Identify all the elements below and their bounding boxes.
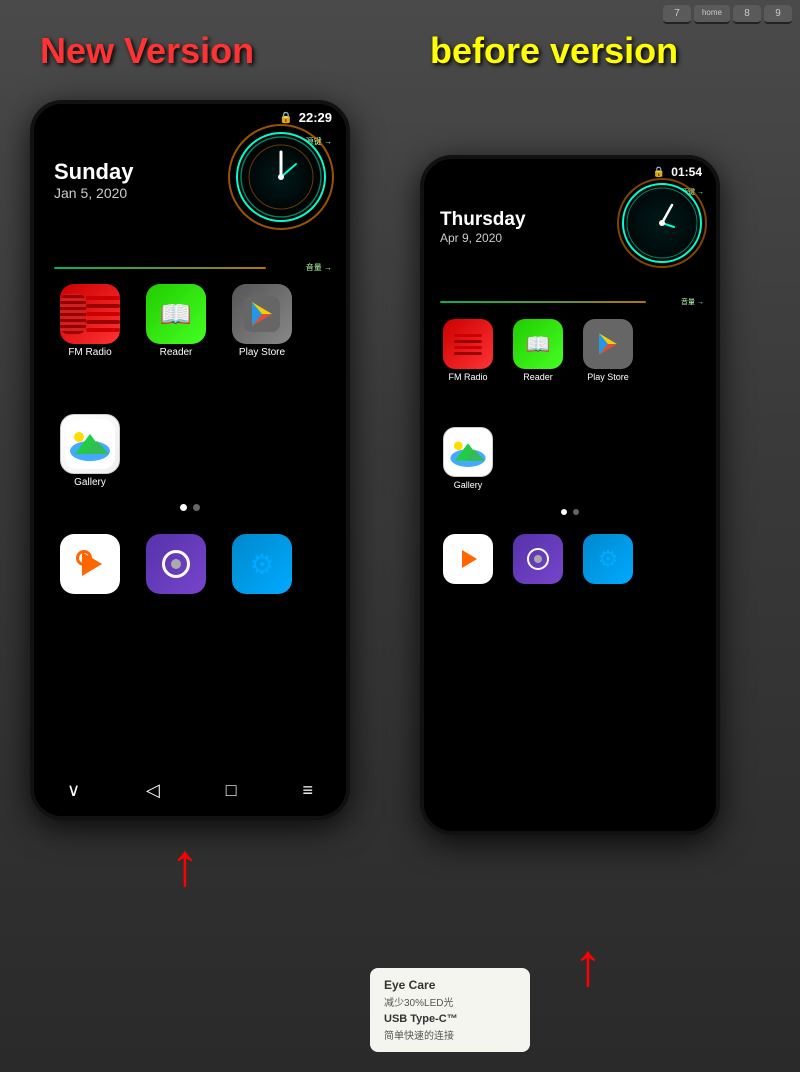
app-grid-row3-before: ⚙ (438, 534, 638, 584)
app-fm-radio-before[interactable]: FM Radio (438, 319, 498, 382)
nav-down-new[interactable]: ∨ (67, 780, 80, 801)
fm-radio-label-new: FM Radio (68, 347, 111, 358)
nav-home-new[interactable]: □ (226, 780, 237, 801)
playstore-icon-before (583, 319, 633, 369)
reader-icon-new (146, 284, 206, 344)
arrow-before: ↑ (573, 930, 603, 999)
battery-icon-before: 🔒 (653, 167, 665, 178)
day-name-before: Thursday (440, 209, 526, 231)
app-grid-row1-new: FM Radio Reader Play Store (54, 284, 298, 358)
gallery-icon-new (60, 414, 120, 474)
settings-icon-before: ⚙ (583, 534, 633, 584)
app-video-new[interactable] (54, 534, 126, 597)
time-before: 01:54 (671, 165, 702, 179)
fm-radio-label-before: FM Radio (448, 372, 487, 382)
app-reader-before[interactable]: 📖 Reader (508, 319, 568, 382)
app-video-before[interactable] (438, 534, 498, 584)
dot-2-before (573, 509, 579, 515)
key-7: 7 (663, 5, 691, 24)
keyboard-top-row: 7 home 8 9 (655, 0, 800, 29)
page-dots-new (180, 504, 200, 511)
playstore-icon-new (232, 284, 292, 344)
arrow-new: ↑ (170, 830, 200, 899)
date-str-new: Jan 5, 2020 (54, 185, 133, 201)
video-icon-new (60, 534, 120, 594)
video-icon-before (443, 534, 493, 584)
gallery-icon-before (443, 427, 493, 477)
app-eye-before[interactable] (508, 534, 568, 584)
bottom-card: Eye Care 减少30%LED光 USB Type-C™ 简单快速的连接 (370, 968, 530, 1052)
dot-2-new (193, 504, 200, 511)
app-grid-row1-before: FM Radio 📖 Reader Play Store (438, 319, 638, 382)
app-settings-new[interactable]: ⚙ (226, 534, 298, 597)
dot-1-before (561, 509, 567, 515)
phone-new-screen: 🔒 22:29 电源键 → (34, 104, 346, 816)
clock-face-new (236, 132, 326, 222)
key-8: 8 (733, 5, 761, 24)
key-9: 9 (764, 5, 792, 24)
bottom-card-line2: 减少30%LED光 (384, 994, 516, 1009)
before-version-label: before version (430, 30, 678, 72)
app-settings-before[interactable]: ⚙ (578, 534, 638, 584)
volume-bar-before (440, 301, 646, 303)
app-grid-row2-new: Gallery (54, 414, 126, 488)
phone-before: 🔒 01:54 电源键 → Thursday Apr 9, 2020 音量 → (420, 155, 720, 835)
phone-before-screen: 🔒 01:54 电源键 → Thursday Apr 9, 2020 音量 → (424, 159, 716, 831)
date-area-before: Thursday Apr 9, 2020 (440, 209, 526, 245)
app-playstore-new[interactable]: Play Store (226, 284, 298, 358)
app-reader-new[interactable]: Reader (140, 284, 212, 358)
time-new: 22:29 (299, 110, 332, 125)
volume-label-before: 音量 → (681, 297, 704, 307)
eye-icon-before (513, 534, 563, 584)
reader-icon-before: 📖 (513, 319, 563, 369)
bottom-card-line1: Eye Care (384, 978, 516, 992)
volume-label-new: 音量 → (306, 262, 332, 273)
date-str-before: Apr 9, 2020 (440, 231, 526, 245)
dot-1-new (180, 504, 187, 511)
nav-bar-new: ∨ ◁ □ ≡ (34, 764, 346, 816)
nav-back-new[interactable]: ◁ (146, 780, 160, 801)
settings-icon-new: ⚙ (232, 534, 292, 594)
phone-new: 🔒 22:29 电源键 → (30, 100, 350, 820)
gear-icon-before: ⚙ (597, 545, 619, 574)
playstore-label-before: Play Store (587, 372, 629, 382)
app-grid-row3-new: ⚙ (54, 534, 298, 597)
key-home: home (694, 5, 730, 24)
fm-radio-icon-new (60, 284, 120, 344)
fm-radio-icon-before (443, 319, 493, 369)
day-name-new: Sunday (54, 159, 133, 185)
eye-icon-new (146, 534, 206, 594)
page-dots-before (561, 509, 579, 515)
bottom-card-line3: USB Type-C™ (384, 1013, 516, 1025)
reader-label-before: Reader (523, 372, 553, 382)
gear-icon-new: ⚙ (249, 548, 274, 581)
volume-bar-new (54, 267, 266, 269)
play-triangle-before (462, 550, 477, 568)
app-playstore-before[interactable]: Play Store (578, 319, 638, 382)
eye-circle-icon-new (162, 550, 190, 578)
date-area-new: Sunday Jan 5, 2020 (54, 159, 133, 201)
clock-widget-before (622, 183, 702, 263)
playstore-label-new: Play Store (239, 347, 285, 358)
gallery-label-before: Gallery (454, 480, 483, 490)
app-fm-radio-new[interactable]: FM Radio (54, 284, 126, 358)
app-gallery-new[interactable]: Gallery (54, 414, 126, 488)
clock-widget-new (236, 132, 326, 222)
reader-label-new: Reader (160, 347, 193, 358)
nav-menu-new[interactable]: ≡ (303, 780, 314, 801)
new-version-label: New Version (40, 30, 254, 72)
battery-icon-new: 🔒 (279, 111, 293, 124)
app-eye-new[interactable] (140, 534, 212, 597)
app-gallery-before[interactable]: Gallery (438, 427, 498, 490)
bottom-card-line4: 简单快速的连接 (384, 1027, 516, 1042)
app-grid-row2-before: Gallery (438, 427, 498, 490)
gallery-label-new: Gallery (74, 477, 106, 488)
